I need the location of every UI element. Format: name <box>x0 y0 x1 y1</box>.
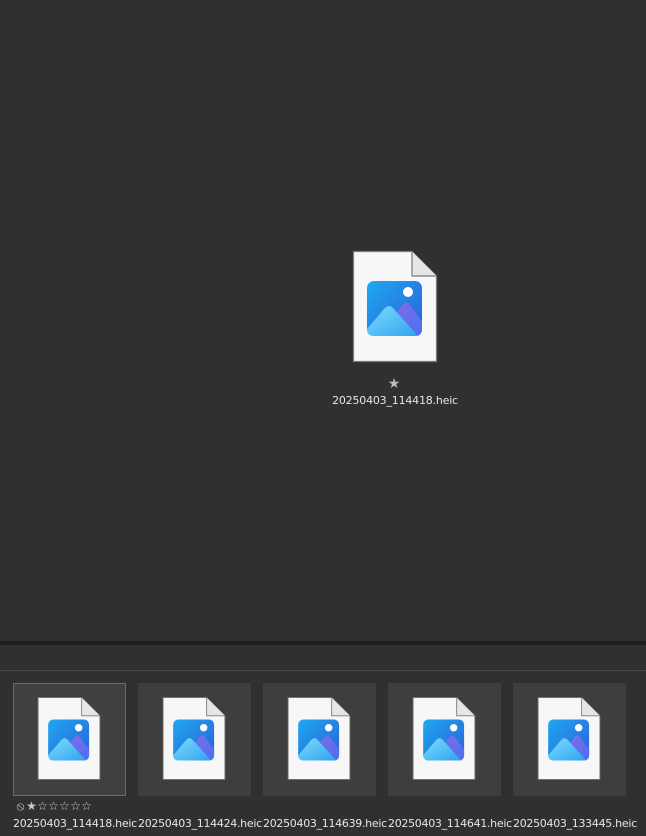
image-file-icon <box>537 696 601 781</box>
thumbnail-file-name: 20250403_114639.heic <box>263 817 387 830</box>
thumbnail-file-name: 20250403_114418.heic <box>13 817 137 830</box>
image-file-icon <box>162 696 226 781</box>
filmstrip-thumbnail[interactable] <box>138 683 251 796</box>
image-file-icon <box>352 250 438 363</box>
filmstrip-thumbnail[interactable] <box>513 683 626 796</box>
reject-icon[interactable]: ⦸ <box>15 799 26 813</box>
filmstrip: ⦸ ★☆☆☆☆☆ 20250403_114418.heic 20250403_11… <box>0 671 646 836</box>
preview-file-name: 20250403_114418.heic <box>332 394 458 407</box>
thumbnail-file-name: 20250403_133445.heic <box>513 817 637 830</box>
filmstrip-thumbnail[interactable] <box>263 683 376 796</box>
star-empty-icon[interactable]: ☆ <box>81 799 92 813</box>
filmstrip-thumbnail[interactable] <box>388 683 501 796</box>
image-viewer: ★ 20250403_114418.heic <box>0 0 646 641</box>
rating-stars[interactable]: ⦸ ★☆☆☆☆☆ <box>15 799 92 813</box>
filmstrip-toolbar <box>0 645 646 670</box>
image-file-icon <box>37 696 101 781</box>
star-empty-icon[interactable]: ☆ <box>48 799 59 813</box>
filmstrip-thumbnail-selected[interactable] <box>13 683 126 796</box>
star-empty-icon[interactable]: ☆ <box>70 799 81 813</box>
star-icon[interactable]: ★ <box>385 375 403 393</box>
image-file-icon <box>287 696 351 781</box>
thumbnail-file-name: 20250403_114641.heic <box>388 817 512 830</box>
image-file-icon <box>412 696 476 781</box>
thumbnail-file-name: 20250403_114424.heic <box>138 817 262 830</box>
star-empty-icon[interactable]: ☆ <box>37 799 48 813</box>
star-empty-icon[interactable]: ☆ <box>59 799 70 813</box>
star-filled-icon[interactable]: ★ <box>26 799 37 813</box>
